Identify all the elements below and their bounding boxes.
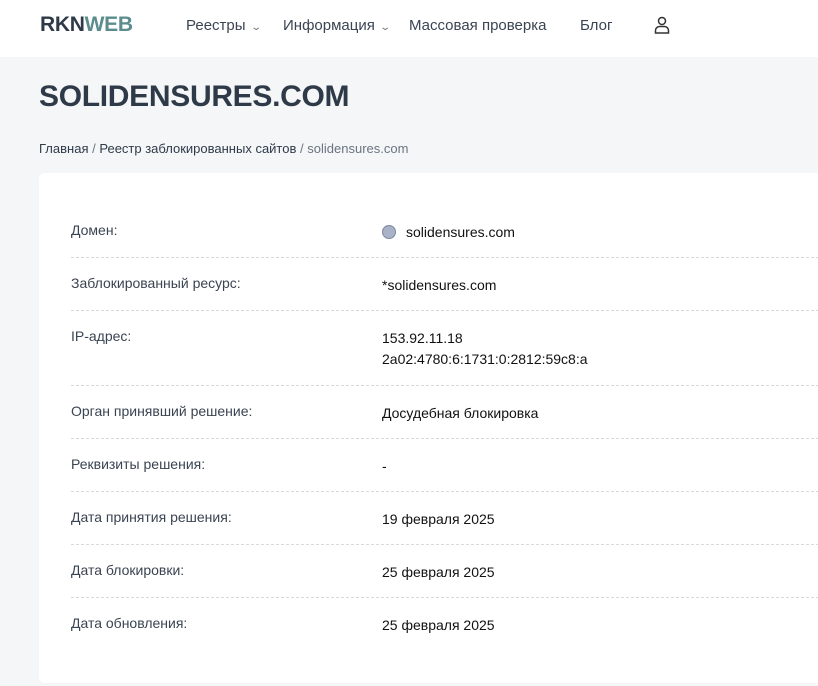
logo-text: RKN — [40, 13, 85, 36]
nav-label: Реестры — [186, 17, 246, 34]
row-label: Дата принятия решения: — [71, 509, 232, 525]
ipv4-value: 153.92.11.18 — [382, 330, 463, 346]
breadcrumb-separator: / — [92, 141, 96, 156]
row-value: Досудебная блокировка — [382, 405, 539, 421]
info-row-blocked-resource: Заблокированный ресурс: *solidensures.com — [71, 258, 818, 311]
info-row-decision-details: Реквизиты решения: - — [71, 439, 818, 492]
breadcrumb-separator: / — [300, 141, 304, 156]
domain-info-card: Домен: solidensures.com Заблокированный р… — [39, 173, 818, 683]
breadcrumb-current: solidensures.com — [307, 141, 409, 156]
row-value: 19 февраля 2025 — [382, 511, 495, 527]
info-row-decision-date: Дата принятия решения: 19 февраля 2025 — [71, 492, 818, 545]
page-title: SOLIDENSURES.COM — [39, 80, 350, 113]
row-value: 153.92.11.18 2a02:4780:6:1731:0:2812:59c8… — [382, 328, 588, 370]
nav-information[interactable]: Информация ⌄ — [283, 17, 391, 34]
nav-registries[interactable]: Реестры ⌄ — [186, 17, 262, 34]
info-row-authority: Орган принявший решение: Досудебная блоки… — [71, 386, 818, 439]
ipv6-value: 2a02:4780:6:1731:0:2812:59c8:a — [382, 351, 588, 367]
row-value: - — [382, 458, 387, 474]
row-value: 25 февраля 2025 — [382, 617, 495, 633]
nav-label: Информация — [283, 17, 375, 34]
row-label: Орган принявший решение: — [71, 403, 253, 419]
nav-blog[interactable]: Блог — [580, 17, 612, 34]
row-label: Домен: — [71, 222, 118, 238]
logo[interactable]: RKNWEB — [40, 13, 133, 37]
logo-text-accent: WEB — [84, 13, 133, 36]
info-row-domain: Домен: solidensures.com — [71, 205, 818, 258]
site-header: RKNWEB Реестры ⌄ Информация ⌄ Массовая про… — [0, 0, 818, 57]
breadcrumb: Главная / Реестр заблокированных сайтов … — [39, 141, 408, 156]
info-row-update-date: Дата обновления: 25 февраля 2025 — [71, 598, 818, 651]
row-label: Дата блокировки: — [71, 562, 185, 578]
chevron-down-icon: ⌄ — [249, 22, 262, 33]
breadcrumb-home[interactable]: Главная — [39, 141, 88, 156]
breadcrumb-registry[interactable]: Реестр заблокированных сайтов — [99, 141, 296, 156]
info-row-ip: IP-адрес: 153.92.11.18 2a02:4780:6:1731:0:… — [71, 311, 818, 386]
domain-value: solidensures.com — [406, 224, 515, 240]
row-value: 25 февраля 2025 — [382, 564, 495, 580]
row-label: IP-адрес: — [71, 328, 132, 344]
nav-mass-check[interactable]: Массовая проверка — [409, 17, 546, 34]
row-label: Реквизиты решения: — [71, 456, 206, 472]
info-row-block-date: Дата блокировки: 25 февраля 2025 — [71, 545, 818, 598]
globe-icon — [382, 225, 396, 239]
row-label: Заблокированный ресурс: — [71, 275, 241, 291]
row-label: Дата обновления: — [71, 615, 188, 631]
chevron-down-icon: ⌄ — [379, 22, 391, 33]
row-value: solidensures.com — [382, 222, 515, 243]
row-value: *solidensures.com — [382, 277, 497, 293]
user-icon[interactable] — [654, 16, 670, 34]
